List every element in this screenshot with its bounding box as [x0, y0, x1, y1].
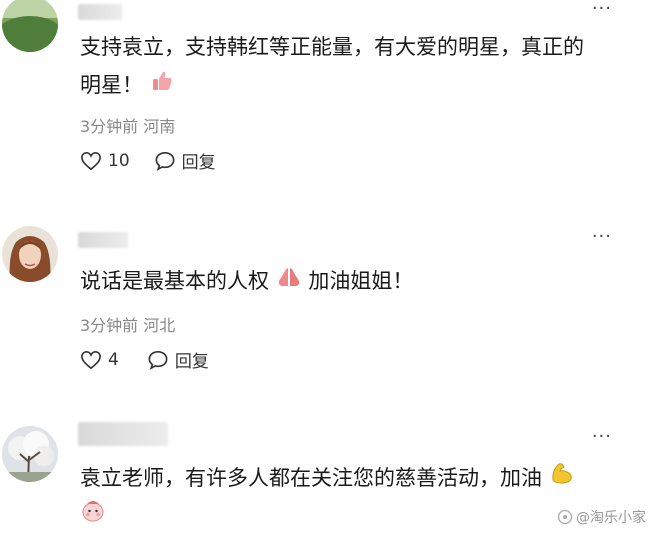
- comment-text-after-emoji: 加油姐姐！: [308, 269, 414, 293]
- thumbs-up-icon: [150, 67, 174, 105]
- reply-label: 回复: [174, 352, 209, 372]
- more-options-button[interactable]: ···: [592, 426, 612, 447]
- watermark: @淘乐小家: [557, 507, 646, 527]
- like-button[interactable]: 10: [80, 151, 130, 171]
- comment-meta: 3分钟前 河北: [80, 316, 176, 335]
- comment-text: 说话是最基本的人权 加油姐姐！: [80, 262, 640, 301]
- praying-hands-icon: [276, 263, 302, 301]
- speech-bubble-icon: [148, 350, 168, 370]
- speech-bubble-icon: [155, 151, 175, 171]
- avatar[interactable]: [2, 226, 58, 282]
- like-count: 10: [108, 150, 130, 171]
- comment-text-line1: 说话是最基本的人权: [80, 269, 269, 293]
- comment-meta: 3分钟前 河南: [80, 117, 176, 136]
- username-blurred[interactable]: [78, 232, 128, 248]
- flexed-biceps-icon: [549, 460, 575, 498]
- comment-text-line2: 明星！: [80, 73, 143, 97]
- more-options-button[interactable]: ···: [592, 226, 612, 247]
- reply-button[interactable]: 回复: [154, 148, 216, 173]
- comment-text-line1: 支持袁立，支持韩红等正能量，有大爱的明星，真正的: [80, 35, 584, 59]
- reply-label: 回复: [181, 153, 216, 173]
- reply-button[interactable]: 回复: [147, 347, 209, 372]
- comment-actions: 4 回复: [80, 347, 209, 372]
- watermark-text: @淘乐小家: [576, 510, 646, 526]
- avatar[interactable]: [2, 426, 58, 482]
- username-blurred[interactable]: [78, 4, 122, 20]
- avatar[interactable]: [2, 0, 58, 52]
- comment-text: 支持袁立，支持韩红等正能量，有大爱的明星，真正的 明星！: [80, 28, 640, 105]
- username-blurred[interactable]: [78, 422, 168, 446]
- comment-actions: 10 回复: [80, 148, 216, 173]
- comment-text-line1: 袁立老师，有许多人都在关注您的慈善活动，加油: [80, 466, 542, 490]
- like-count: 4: [108, 349, 119, 370]
- watermark-logo-icon: [557, 509, 573, 525]
- heart-icon: [81, 151, 101, 170]
- more-options-button[interactable]: ···: [592, 0, 612, 19]
- comment-text: 袁立老师，有许多人都在关注您的慈善活动，加油: [80, 459, 640, 498]
- like-button[interactable]: 4: [80, 350, 119, 370]
- heart-icon: [81, 350, 101, 369]
- cute-face-icon: [80, 497, 106, 527]
